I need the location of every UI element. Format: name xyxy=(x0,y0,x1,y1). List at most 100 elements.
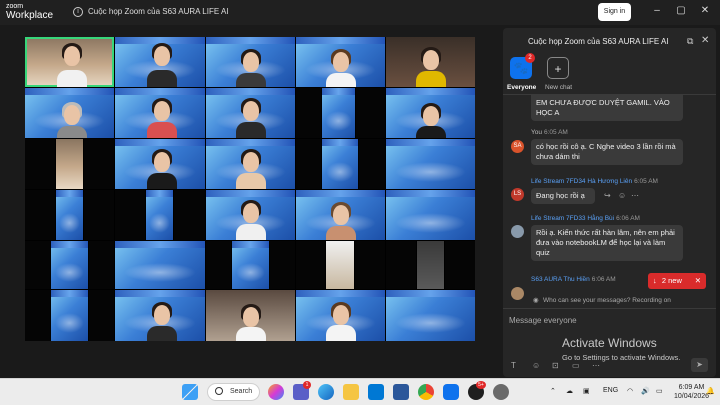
copilot-icon[interactable] xyxy=(268,384,284,400)
more-icon[interactable]: ⋯ xyxy=(631,191,639,200)
more-options-icon[interactable]: ⋯ xyxy=(592,361,600,370)
video-tile-off[interactable] xyxy=(296,241,325,289)
video-tile-off[interactable] xyxy=(84,139,114,189)
file-icon[interactable]: ▭ xyxy=(572,361,580,370)
video-tile[interactable] xyxy=(56,139,83,189)
video-tile[interactable] xyxy=(206,37,295,87)
emoji-icon[interactable]: ☺ xyxy=(532,361,540,370)
video-tile[interactable] xyxy=(51,290,88,341)
video-tile[interactable] xyxy=(386,139,475,189)
video-tile[interactable] xyxy=(206,88,295,138)
video-tile-off[interactable] xyxy=(25,290,50,341)
video-tile-off[interactable] xyxy=(270,241,295,289)
video-tile[interactable] xyxy=(115,37,205,87)
video-tile[interactable] xyxy=(386,37,475,87)
cloud-icon[interactable]: ☁ xyxy=(566,387,573,395)
video-tile[interactable] xyxy=(146,190,173,240)
video-tile[interactable] xyxy=(115,290,205,341)
video-tile[interactable] xyxy=(56,190,83,240)
video-tile[interactable] xyxy=(25,37,114,87)
video-tile-off[interactable] xyxy=(25,190,55,240)
video-tile[interactable] xyxy=(417,241,444,289)
video-tile[interactable] xyxy=(296,290,385,341)
video-tile-off[interactable] xyxy=(359,139,385,189)
windows-start-icon[interactable] xyxy=(182,384,198,400)
reply-icon[interactable]: ↪ xyxy=(604,191,611,200)
window-title: Cuộc họp Zoom của S63 AURA LIFE AI xyxy=(88,7,229,16)
chrome-icon[interactable] xyxy=(418,384,434,400)
video-tile-off[interactable] xyxy=(296,139,321,189)
close-window-icon[interactable]: ✕ xyxy=(698,5,712,16)
logo-line1: zoom xyxy=(6,3,24,10)
video-tile[interactable] xyxy=(322,88,355,138)
video-tile[interactable] xyxy=(326,241,354,289)
clock[interactable]: 6:09 AM 10/04/2026 xyxy=(674,383,709,401)
outlook-icon[interactable] xyxy=(368,384,384,400)
volume-icon[interactable]: 🔊 xyxy=(641,387,650,395)
screenshot-icon[interactable]: ⊡ xyxy=(552,361,559,370)
video-tile-off[interactable] xyxy=(25,139,55,189)
tab-new-chat[interactable]: + xyxy=(547,57,569,79)
video-tile[interactable] xyxy=(296,190,385,240)
video-tile-off[interactable] xyxy=(355,241,385,289)
video-tile[interactable] xyxy=(206,139,295,189)
zoom-icon[interactable] xyxy=(443,384,459,400)
message-sender: You 6:05 AM xyxy=(531,129,568,136)
video-tile[interactable] xyxy=(206,290,295,341)
video-tile-off[interactable] xyxy=(174,190,205,240)
video-tile[interactable] xyxy=(386,290,475,341)
recording-notice[interactable]: ◉ Who can see your messages? Recording o… xyxy=(503,294,716,307)
video-tile-off[interactable] xyxy=(115,190,145,240)
minimize-icon[interactable]: – xyxy=(650,5,664,16)
video-tile[interactable] xyxy=(322,139,358,189)
search-icon xyxy=(215,387,223,395)
video-tile[interactable] xyxy=(232,241,269,289)
chevron-up-icon[interactable]: ⌃ xyxy=(550,387,556,395)
emoji-react-icon[interactable]: ☺ xyxy=(618,191,626,200)
video-tile[interactable] xyxy=(115,241,205,289)
sender-name: Life Stream 7FD34 Hà Hương Liên xyxy=(531,178,633,185)
chat-title: Cuộc họp Zoom của S63 AURA LIFE AI xyxy=(528,37,669,46)
close-icon[interactable]: ✕ xyxy=(701,35,709,46)
notification-bell-icon[interactable]: 🔔 xyxy=(706,387,715,395)
video-tile-off[interactable] xyxy=(445,241,475,289)
message-input[interactable] xyxy=(509,313,709,327)
meeting-info-icon[interactable]: i xyxy=(73,7,83,17)
battery-icon[interactable]: ▭ xyxy=(656,387,663,395)
language-indicator[interactable]: ENG xyxy=(603,387,618,394)
monitor-icon[interactable]: ▣ xyxy=(583,387,590,395)
settings-icon[interactable] xyxy=(493,384,509,400)
video-tile-off[interactable] xyxy=(356,88,385,138)
pop-out-icon[interactable]: ⧉ xyxy=(687,36,693,47)
dismiss-icon[interactable]: ✕ xyxy=(695,273,701,289)
edge-icon[interactable] xyxy=(318,384,334,400)
video-tile[interactable] xyxy=(386,190,475,240)
video-tile-off[interactable] xyxy=(89,290,114,341)
send-button[interactable]: ➤ xyxy=(691,358,708,372)
format-text-icon[interactable]: T xyxy=(511,361,516,370)
maximize-icon[interactable]: ▢ xyxy=(674,5,688,16)
video-tile[interactable] xyxy=(296,37,385,87)
video-tile-off[interactable] xyxy=(89,241,114,289)
video-tile-off[interactable] xyxy=(386,241,416,289)
video-tile-off[interactable] xyxy=(206,241,231,289)
sender-name: Life Stream 7FD33 Hằng Bùi xyxy=(531,215,615,222)
app-badge: 5+ xyxy=(476,381,486,389)
store-icon[interactable] xyxy=(393,384,409,400)
video-tile-off[interactable] xyxy=(25,241,50,289)
video-tile[interactable] xyxy=(115,139,205,189)
wifi-icon[interactable]: ◠ xyxy=(627,387,633,395)
clock-date: 10/04/2026 xyxy=(674,393,710,400)
message-sender: S63 AURA Thu Hiền 6:06 AM xyxy=(531,276,616,283)
sign-in-button[interactable]: Sign in xyxy=(598,3,631,21)
video-tile[interactable] xyxy=(206,190,295,240)
video-tile-off[interactable] xyxy=(296,88,321,138)
video-tile[interactable] xyxy=(115,88,205,138)
file-explorer-icon[interactable] xyxy=(343,384,359,400)
video-tile[interactable] xyxy=(51,241,88,289)
tab-new-chat-label: New chat xyxy=(545,84,573,91)
video-tile[interactable] xyxy=(25,88,114,138)
video-tile-off[interactable] xyxy=(84,190,114,240)
video-tile[interactable] xyxy=(386,88,475,138)
new-messages-button[interactable]: ↓ 2 new ✕ xyxy=(648,273,706,289)
